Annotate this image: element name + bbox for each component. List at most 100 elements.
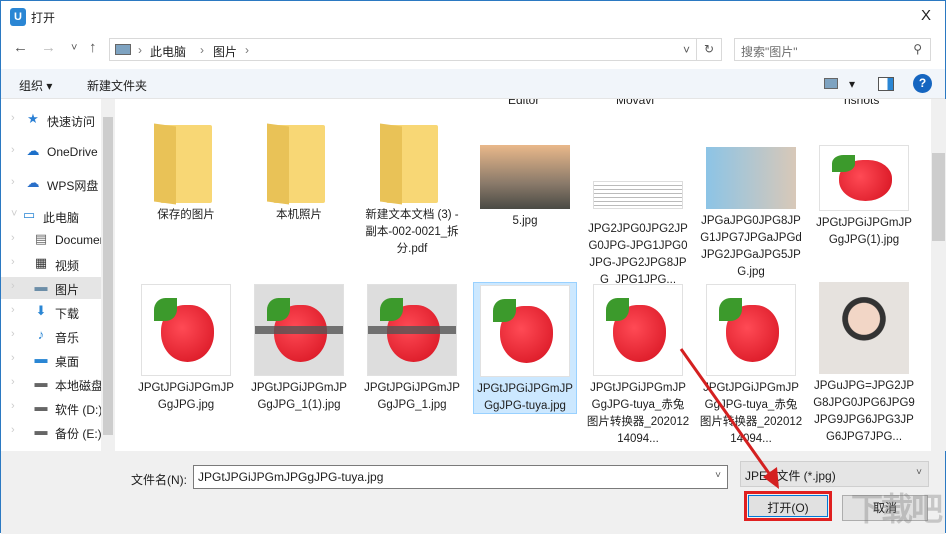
file-item[interactable]: JPGtJPGiJPGmJPGgJPG_1(1).jpg	[247, 282, 351, 414]
sidebar-item-label: 本地磁盘	[55, 379, 101, 393]
sidebar-scroll-thumb[interactable]	[103, 117, 113, 435]
content-scroll-thumb[interactable]	[932, 153, 945, 241]
sidebar-item[interactable]: › ☁ WPS网盘	[1, 173, 101, 195]
sidebar-item[interactable]: › ⬇ 下载	[1, 301, 101, 323]
filetype-value: JPEG文件 (*.jpg)	[745, 469, 836, 483]
strawberry-thumbnail	[141, 284, 231, 376]
sidebar: ›★快速访问›☁OneDrive›☁WPS网盘˅▭此电脑›▤Documents›…	[1, 99, 101, 451]
app-icon: U	[10, 8, 26, 26]
sidebar-item[interactable]: › ▬ 图片	[1, 277, 101, 299]
close-button[interactable]: X	[921, 7, 931, 24]
search-placeholder: 搜索"图片"	[741, 45, 798, 59]
refresh-button[interactable]: ↻	[697, 38, 722, 61]
file-item[interactable]: 新建文本文档 (3) - 副本-002-0021_拆分.pdf	[360, 119, 464, 258]
search-input[interactable]: 搜索"图片" ⚲	[734, 38, 931, 61]
chevron-right-icon[interactable]: ›	[11, 112, 15, 124]
sidebar-item[interactable]: › ▤ Documents	[1, 229, 101, 251]
forward-button[interactable]: →	[41, 39, 56, 56]
view-icon[interactable]	[824, 78, 838, 89]
strawberry-thumbnail	[480, 285, 570, 377]
file-item[interactable]: 5.jpg	[473, 119, 577, 230]
recent-dropdown[interactable]: ˅	[71, 42, 77, 54]
sidebar-item[interactable]: › ☁ OneDrive	[1, 141, 101, 163]
breadcrumb-sep: ›	[200, 43, 204, 57]
window-title: 打开	[31, 11, 56, 25]
folder-icon	[160, 125, 212, 203]
chevron-right-icon[interactable]: ›	[11, 376, 15, 388]
file-item[interactable]: 保存的图片	[134, 119, 238, 224]
file-item[interactable]: JPGtJPGiJPGmJPGgJPG_1.jpg	[360, 282, 464, 414]
address-dropdown[interactable]: ˅	[683, 43, 690, 57]
file-name: JPGtJPGiJPGmJPGgJPG(1).jpg	[816, 217, 912, 246]
file-item[interactable]: JPGaJPG0JPG8JPG1JPG7JPGaJPGdJPG2JPGaJPG5…	[699, 119, 803, 281]
sidebar-item[interactable]: › ▬ 软件 (D:)	[1, 397, 101, 419]
help-icon[interactable]: ?	[913, 74, 932, 93]
desktop-icon: ▬	[34, 351, 48, 366]
strawberry-thumbnail	[593, 284, 683, 376]
sidebar-item[interactable]: › ♪ 音乐	[1, 325, 101, 347]
address-bar[interactable]: › 此电脑 › 图片 › ˅	[109, 38, 697, 61]
file-item[interactable]: JPGtJPGiJPGmJPGgJPG-tuya_赤兔图片转换器_2020121…	[586, 282, 690, 448]
organize-button[interactable]: 组织 ▾	[19, 77, 52, 94]
sidebar-item-label: 此电脑	[43, 211, 80, 225]
sidebar-item[interactable]: › ▬ 备份 (E:)	[1, 421, 101, 443]
file-name: 本机照片	[276, 209, 322, 221]
chevron-right-icon[interactable]: ›	[11, 304, 15, 316]
up-button[interactable]: ↑	[89, 39, 97, 56]
file-item[interactable]: JPGtJPGiJPGmJPGgJPG-tuya_赤兔图片转换器_2020121…	[699, 282, 803, 448]
search-icon[interactable]: ⚲	[913, 42, 922, 56]
cloud-icon: ☁	[26, 175, 40, 190]
sidebar-item[interactable]: › ▦ 视频	[1, 253, 101, 275]
strawberry-thumbnail	[367, 284, 457, 376]
sidebar-item[interactable]: › ▬ 桌面	[1, 349, 101, 371]
chevron-right-icon[interactable]: ›	[11, 176, 15, 188]
chevron-right-icon[interactable]: ›	[11, 352, 15, 364]
chevron-right-icon[interactable]: ›	[11, 280, 15, 292]
file-item[interactable]: JPGtJPGiJPGmJPGgJPG-tuya.jpg	[473, 282, 577, 414]
sidebar-item-label: 视频	[55, 259, 80, 273]
new-folder-button[interactable]: 新建文件夹	[87, 77, 147, 94]
chevron-right-icon[interactable]: ›	[11, 424, 15, 436]
download-icon: ⬇	[35, 303, 47, 318]
video-icon: ▦	[34, 255, 48, 270]
chevron-right-icon[interactable]: ›	[11, 144, 15, 156]
back-button[interactable]: ←	[13, 39, 28, 56]
sidebar-item-label: WPS网盘	[47, 179, 99, 193]
filename-input[interactable]: JPGtJPGiJPGmJPGgJPG-tuya.jpg ˅	[193, 465, 728, 489]
sidebar-item-label: 图片	[55, 283, 80, 297]
file-name: JPG2JPG0JPG2JPG0JPG-JPG1JPG0JPG-JPG2JPG8…	[588, 223, 688, 286]
file-item[interactable]: JPG2JPG0JPG2JPG0JPG-JPG1JPG0JPG-JPG2JPG8…	[586, 119, 690, 289]
chevron-right-icon[interactable]: ›	[11, 328, 15, 340]
breadcrumb-this-pc[interactable]: 此电脑	[150, 43, 186, 60]
file-item[interactable]: JPGtJPGiJPGmJPGgJPG(1).jpg	[812, 119, 916, 249]
chevron-right-icon[interactable]: ›	[11, 400, 15, 412]
sidebar-item[interactable]: ˅ ▭ 此电脑	[1, 205, 101, 227]
file-item[interactable]: 本机照片	[247, 119, 351, 224]
file-name: JPGuJPG=JPG2JPG8JPG0JPG6JPG9JPG9JPG6JPG3…	[813, 380, 915, 443]
sidebar-item-label: OneDrive	[47, 145, 98, 159]
document-thumbnail	[593, 181, 683, 209]
breadcrumb-sep: ›	[138, 43, 142, 57]
sidebar-item-label: 下载	[55, 307, 80, 321]
sidebar-item[interactable]: › ▬ 本地磁盘	[1, 373, 101, 395]
preview-pane-icon[interactable]	[878, 77, 894, 91]
view-dropdown[interactable]: ▾	[849, 77, 855, 91]
sidebar-item[interactable]: › ★ 快速访问	[1, 109, 101, 131]
content-scrollbar[interactable]	[931, 99, 946, 451]
open-button-label: 打开(O)	[748, 495, 828, 517]
sidebar-item-label: 备份 (E:)	[55, 427, 101, 441]
chevron-right-icon[interactable]: ›	[11, 232, 15, 244]
partial-label: Editor	[508, 99, 540, 107]
partial-label: Movavi	[616, 99, 655, 107]
cloud-icon: ☁	[26, 143, 40, 158]
open-button[interactable]: 打开(O)	[744, 491, 832, 521]
chevron-down-icon[interactable]: ˅	[715, 470, 721, 481]
file-name: JPGtJPGiJPGmJPGgJPG-tuya_赤兔图片转换器_2020121…	[699, 382, 803, 445]
pictures-icon: ▬	[34, 279, 48, 294]
file-item[interactable]: JPGuJPG=JPG2JPG8JPG0JPG6JPG9JPG9JPG6JPG3…	[812, 282, 916, 446]
breadcrumb-pictures[interactable]: 图片	[213, 43, 237, 60]
chevron-right-icon[interactable]: ›	[11, 256, 15, 268]
chevron-right-icon[interactable]: ˅	[11, 208, 17, 220]
file-item[interactable]: JPGtJPGiJPGmJPGgJPG.jpg	[134, 282, 238, 414]
star-icon: ★	[27, 111, 39, 126]
